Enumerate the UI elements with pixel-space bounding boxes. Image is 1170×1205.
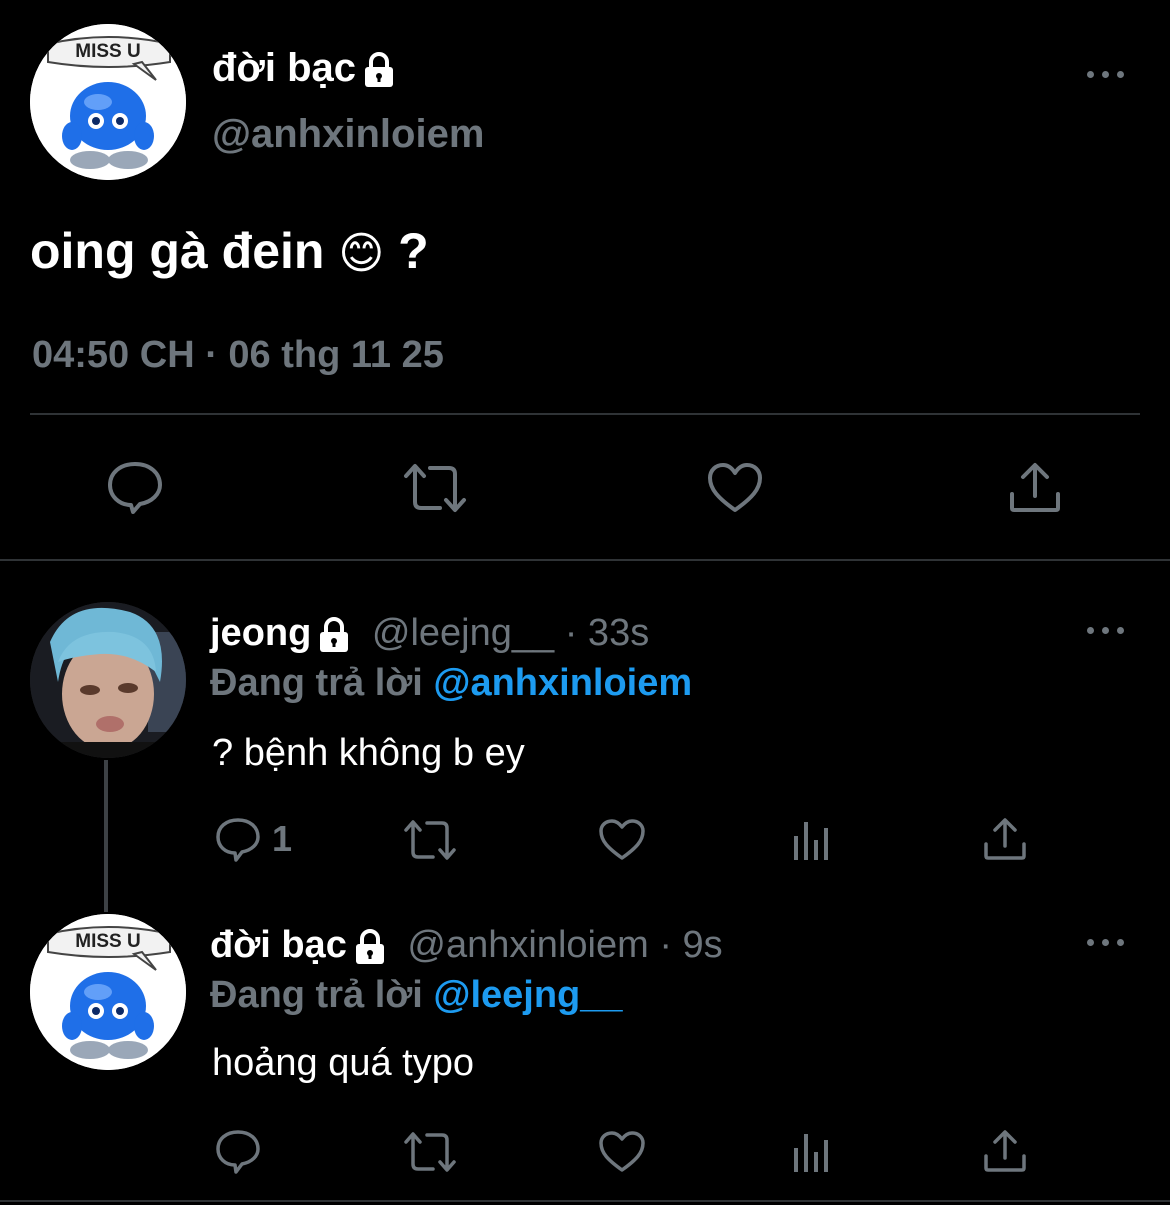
reply-1-display-name[interactable]: jeong xyxy=(210,612,311,654)
main-display-name[interactable]: đời bạc xyxy=(212,44,396,92)
replying-label: Đang trả lời xyxy=(210,974,423,1016)
avatar-caption: MISS U xyxy=(75,931,140,952)
share-icon[interactable] xyxy=(982,1128,1028,1174)
analytics-icon[interactable] xyxy=(792,818,832,862)
thread-connector-line xyxy=(104,760,108,912)
replying-to-handle[interactable]: @leejng__ xyxy=(433,974,622,1016)
reply-2-avatar[interactable]: MISS U xyxy=(30,914,186,1070)
share-icon[interactable] xyxy=(1008,460,1062,514)
main-actions-divider-top xyxy=(30,413,1140,415)
reply-1-header: jeong @leejng__ · 33s xyxy=(210,610,649,656)
lock-icon xyxy=(320,617,349,652)
analytics-icon[interactable] xyxy=(792,1130,832,1174)
reply-1-time[interactable]: · 33s xyxy=(565,612,649,654)
reply-1-replying-to: Đang trả lời @anhxinloiem xyxy=(210,660,692,706)
reply-1-avatar[interactable] xyxy=(30,602,186,758)
lock-icon xyxy=(365,52,394,88)
reply-icon[interactable] xyxy=(214,1128,262,1176)
tweet-text: oing gà đein xyxy=(30,223,325,279)
reply-2-display-name[interactable]: đời bạc xyxy=(210,924,347,966)
main-tweet-bottom-divider xyxy=(0,559,1170,561)
photo-avatar-image xyxy=(30,602,186,758)
reply-icon[interactable] xyxy=(214,816,262,864)
retweet-icon[interactable] xyxy=(402,462,468,514)
retweet-icon[interactable] xyxy=(402,818,458,862)
share-icon[interactable] xyxy=(982,816,1028,862)
reply-2-header: đời bạc @anhxinloiem · 9s xyxy=(210,922,723,968)
avatar-caption: MISS U xyxy=(75,41,140,62)
reply-icon[interactable] xyxy=(106,460,164,516)
miss-u-avatar-image: MISS U xyxy=(30,914,186,1070)
reply-2-text: hoảng quá typo xyxy=(212,1042,475,1084)
replying-to-handle[interactable]: @anhxinloiem xyxy=(433,662,692,704)
retweet-icon[interactable] xyxy=(402,1130,458,1174)
heart-icon[interactable] xyxy=(598,1130,646,1174)
reply-1-text: ? bệnh không b ey xyxy=(212,732,525,774)
main-avatar[interactable]: MISS U xyxy=(30,24,186,180)
display-name-text[interactable]: đời bạc xyxy=(212,46,356,90)
lock-icon xyxy=(355,929,384,964)
replying-label: Đang trả lời xyxy=(210,662,423,704)
more-icon[interactable] xyxy=(1087,624,1127,636)
reply-2-time[interactable]: · 9s xyxy=(659,924,722,966)
miss-u-avatar-image: MISS U xyxy=(30,24,186,180)
smiling-face-emoji: 😊 xyxy=(338,229,385,278)
tweet-text-suffix: ? xyxy=(398,223,429,279)
reply-2-handle[interactable]: @anhxinloiem xyxy=(407,924,648,966)
more-icon[interactable] xyxy=(1087,936,1127,948)
reply-count: 1 xyxy=(272,818,293,859)
more-icon[interactable] xyxy=(1087,68,1127,80)
heart-icon[interactable] xyxy=(598,818,646,862)
reply-1-handle[interactable]: @leejng__ xyxy=(372,612,554,654)
main-handle[interactable]: @anhxinloiem xyxy=(212,110,484,158)
reply-2-bottom-divider xyxy=(0,1200,1170,1202)
heart-icon[interactable] xyxy=(706,462,764,514)
reply-2-replying-to: Đang trả lời @leejng__ xyxy=(210,972,623,1018)
main-timestamp[interactable]: 04:50 CH · 06 thg 11 25 xyxy=(32,333,444,377)
main-tweet-text: oing gà đein 😊 ? xyxy=(30,222,429,283)
